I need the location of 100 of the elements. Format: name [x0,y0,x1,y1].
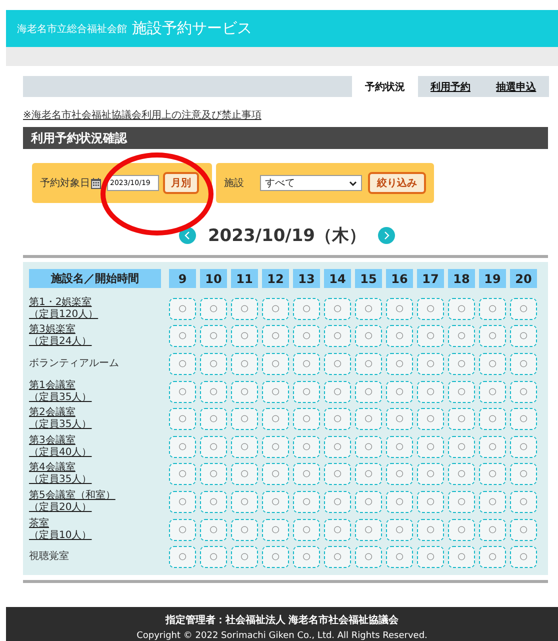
slot-button[interactable]: ○ [200,408,227,430]
slot-button[interactable]: ○ [417,490,444,513]
slot-button[interactable]: ○ [510,352,537,375]
facility-link[interactable]: 第1会議室 [29,380,76,392]
slot-button[interactable]: ○ [386,298,413,320]
slot-button[interactable]: ○ [262,325,289,348]
slot-button[interactable]: ○ [200,380,227,403]
slot-button[interactable]: ○ [262,490,289,513]
slot-button[interactable]: ○ [386,408,413,430]
slot-button[interactable]: ○ [448,546,475,568]
slot-button[interactable]: ○ [169,352,196,375]
slot-button[interactable]: ○ [293,436,320,458]
slot-button[interactable]: ○ [417,408,444,430]
slot-button[interactable]: ○ [479,490,506,513]
slot-button[interactable]: ○ [510,518,537,541]
facility-select[interactable]: すべて [260,175,362,191]
facility-link[interactable]: 第3娯楽室 [29,324,76,336]
slot-button[interactable]: ○ [324,408,351,430]
slot-button[interactable]: ○ [169,325,196,348]
facility-link[interactable]: 第5会議室（和室） [29,490,116,502]
slot-button[interactable]: ○ [510,380,537,403]
calendar-icon[interactable] [91,178,101,188]
slot-button[interactable]: ○ [200,518,227,541]
slot-button[interactable]: ○ [417,463,444,486]
slot-button[interactable]: ○ [448,518,475,541]
slot-button[interactable]: ○ [231,518,258,541]
slot-button[interactable]: ○ [417,436,444,458]
slot-button[interactable]: ○ [324,352,351,375]
slot-button[interactable]: ○ [324,298,351,320]
slot-button[interactable]: ○ [200,325,227,348]
slot-button[interactable]: ○ [324,546,351,568]
slot-button[interactable]: ○ [386,352,413,375]
slot-button[interactable]: ○ [231,325,258,348]
capacity-link[interactable]: （定員40人） [29,446,92,459]
capacity-link[interactable]: （定員35人） [29,419,92,432]
slot-button[interactable]: ○ [386,518,413,541]
slot-button[interactable]: ○ [231,380,258,403]
capacity-link[interactable]: （定員35人） [29,392,92,404]
slot-button[interactable]: ○ [355,325,382,348]
slot-button[interactable]: ○ [169,408,196,430]
slot-button[interactable]: ○ [417,546,444,568]
slot-button[interactable]: ○ [355,380,382,403]
slot-button[interactable]: ○ [231,436,258,458]
slot-button[interactable]: ○ [262,546,289,568]
capacity-link[interactable]: （定員20人） [29,502,92,514]
slot-button[interactable]: ○ [200,298,227,320]
slot-button[interactable]: ○ [355,463,382,486]
capacity-link[interactable]: （定員120人） [29,308,98,321]
slot-button[interactable]: ○ [262,352,289,375]
slot-button[interactable]: ○ [479,518,506,541]
notice-link[interactable]: ※海老名市社会福祉協議会利用上の注意及び禁止事項 [23,110,262,121]
facility-link[interactable]: 第1・2娯楽室 [29,296,92,309]
slot-button[interactable]: ○ [293,352,320,375]
slot-button[interactable]: ○ [386,490,413,513]
slot-button[interactable]: ○ [169,380,196,403]
facility-link[interactable]: 茶室 [29,518,49,530]
slot-button[interactable]: ○ [510,408,537,430]
slot-button[interactable]: ○ [169,546,196,568]
slot-button[interactable]: ○ [262,408,289,430]
slot-button[interactable]: ○ [448,298,475,320]
slot-button[interactable]: ○ [169,490,196,513]
slot-button[interactable]: ○ [293,408,320,430]
slot-button[interactable]: ○ [417,380,444,403]
slot-button[interactable]: ○ [293,325,320,348]
slot-button[interactable]: ○ [355,436,382,458]
previous-icon[interactable] [178,226,196,244]
slot-button[interactable]: ○ [448,436,475,458]
slot-button[interactable]: ○ [479,463,506,486]
slot-button[interactable]: ○ [231,546,258,568]
slot-button[interactable]: ○ [200,463,227,486]
capacity-link[interactable]: （定員10人） [29,530,92,542]
slot-button[interactable]: ○ [231,463,258,486]
slot-button[interactable]: ○ [293,490,320,513]
slot-button[interactable]: ○ [417,298,444,320]
slot-button[interactable]: ○ [324,490,351,513]
slot-button[interactable]: ○ [169,463,196,486]
slot-button[interactable]: ○ [324,518,351,541]
slot-button[interactable]: ○ [417,518,444,541]
slot-button[interactable]: ○ [386,436,413,458]
slot-button[interactable]: ○ [448,408,475,430]
slot-button[interactable]: ○ [479,352,506,375]
slot-button[interactable]: ○ [448,380,475,403]
slot-button[interactable]: ○ [355,490,382,513]
slot-button[interactable]: ○ [200,546,227,568]
slot-button[interactable]: ○ [200,436,227,458]
slot-button[interactable]: ○ [293,380,320,403]
slot-button[interactable]: ○ [293,518,320,541]
slot-button[interactable]: ○ [231,490,258,513]
facility-link[interactable]: 第2会議室 [29,407,76,420]
slot-button[interactable]: ○ [355,546,382,568]
slot-button[interactable]: ○ [448,463,475,486]
slot-button[interactable]: ○ [386,546,413,568]
slot-button[interactable]: ○ [479,380,506,403]
slot-button[interactable]: ○ [417,352,444,375]
slot-button[interactable]: ○ [324,436,351,458]
slot-button[interactable]: ○ [200,490,227,513]
slot-button[interactable]: ○ [510,546,537,568]
slot-button[interactable]: ○ [479,436,506,458]
slot-button[interactable]: ○ [169,298,196,320]
capacity-link[interactable]: （定員24人） [29,336,92,348]
